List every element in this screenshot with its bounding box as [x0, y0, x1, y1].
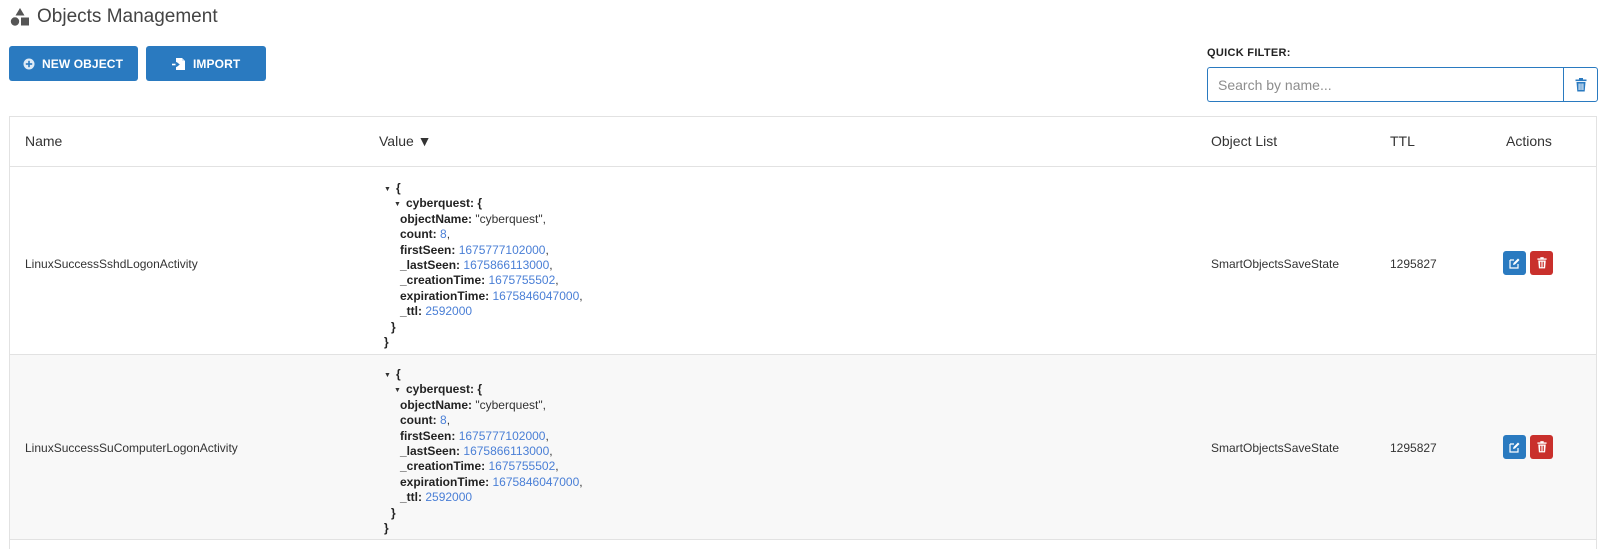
json-value: 1675866113000 — [463, 443, 550, 458]
json-value: 2592000 — [425, 490, 473, 505]
column-header-actions: Actions — [1506, 133, 1552, 149]
toolbar: NEW OBJECT IMPORT — [9, 46, 266, 81]
collapse-caret[interactable]: ▼ — [384, 182, 396, 197]
trash-icon — [1536, 257, 1547, 269]
json-value: "cyberquest" — [475, 211, 543, 226]
table-row: LinuxSuccessSuComputerLogonActivity ▼{ ▼… — [10, 355, 1596, 540]
json-value: 1675866113000 — [463, 257, 550, 272]
new-object-label: NEW OBJECT — [42, 56, 124, 71]
delete-button[interactable] — [1530, 251, 1553, 275]
trash-icon — [1536, 441, 1547, 453]
table-row: LinuxSuccessSshdLogonActivity ▼{ ▼ cyberq… — [10, 167, 1596, 355]
page-title: Objects Management — [37, 6, 218, 27]
row-actions — [1503, 251, 1553, 275]
json-key: objectName — [400, 397, 469, 412]
column-header-value[interactable]: Value ▼ — [379, 133, 432, 149]
json-key: cyberquest — [406, 196, 471, 211]
json-value: 2592000 — [425, 304, 473, 319]
page-header: Objects Management — [10, 6, 218, 28]
ttl-value: 1295827 — [1390, 441, 1437, 455]
import-label: IMPORT — [193, 56, 241, 71]
json-key: _creationTime — [400, 273, 482, 288]
json-value: 1675755502 — [488, 459, 556, 474]
objects-table: Name Value ▼ Object List TTL Actions Lin… — [9, 116, 1597, 549]
quick-filter-row — [1207, 67, 1598, 102]
quick-filter-label: QUICK FILTER: — [1207, 47, 1291, 59]
json-key: _ttl — [400, 304, 418, 319]
edit-button[interactable] — [1503, 435, 1526, 459]
edit-icon — [1509, 442, 1520, 453]
ttl-value: 1295827 — [1390, 257, 1437, 271]
json-key: firstSeen — [400, 242, 452, 257]
object-name: LinuxSuccessSshdLogonActivity — [25, 257, 198, 271]
new-object-button[interactable]: NEW OBJECT — [9, 46, 138, 81]
table-header: Name Value ▼ Object List TTL Actions — [10, 117, 1596, 167]
json-key: count — [400, 413, 433, 428]
column-header-name[interactable]: Name — [25, 133, 62, 149]
json-value: "cyberquest" — [475, 397, 543, 412]
file-import-icon — [172, 57, 185, 70]
json-viewer: ▼{ ▼ cyberquest: { objectName: "cyberques… — [384, 367, 583, 535]
json-key: _creationTime — [400, 459, 482, 474]
search-input[interactable] — [1207, 67, 1563, 102]
json-value: 8 — [440, 227, 447, 242]
json-key: objectName — [400, 211, 469, 226]
json-value: 1675755502 — [488, 273, 556, 288]
delete-button[interactable] — [1530, 435, 1553, 459]
json-key: count — [400, 227, 433, 242]
trash-icon — [1575, 77, 1586, 91]
edit-button[interactable] — [1503, 251, 1526, 275]
json-value: 1675777102000 — [458, 428, 546, 443]
clear-filter-button[interactable] — [1563, 67, 1598, 102]
collapse-caret[interactable]: ▼ — [394, 197, 406, 212]
json-key: _lastSeen — [400, 257, 457, 272]
collapse-caret[interactable]: ▼ — [394, 383, 406, 398]
json-value: 1675846047000 — [492, 474, 580, 489]
json-key: expirationTime — [400, 474, 486, 489]
row-actions — [1503, 435, 1553, 459]
column-header-ttl[interactable]: TTL — [1390, 133, 1415, 149]
edit-icon — [1509, 258, 1520, 269]
import-button[interactable]: IMPORT — [146, 46, 266, 81]
shapes-icon — [10, 8, 29, 26]
quick-filter: QUICK FILTER: — [1207, 47, 1598, 102]
json-viewer: ▼{ ▼ cyberquest: { objectName: "cyberques… — [384, 181, 583, 349]
plus-circle-icon — [23, 58, 35, 69]
json-key: expirationTime — [400, 288, 486, 303]
object-name: LinuxSuccessSuComputerLogonActivity — [25, 441, 238, 455]
object-list: SmartObjectsSaveState — [1211, 441, 1340, 455]
object-list: SmartObjectsSaveState — [1211, 257, 1340, 271]
collapse-caret[interactable]: ▼ — [384, 368, 396, 383]
json-value: 1675777102000 — [458, 242, 546, 257]
column-header-object-list[interactable]: Object List — [1211, 133, 1277, 149]
json-key: _lastSeen — [400, 443, 457, 458]
json-key: firstSeen — [400, 428, 452, 443]
json-key: cyberquest — [406, 382, 471, 397]
json-value: 1675846047000 — [492, 288, 580, 303]
json-key: _ttl — [400, 490, 418, 505]
json-value: 8 — [440, 413, 447, 428]
